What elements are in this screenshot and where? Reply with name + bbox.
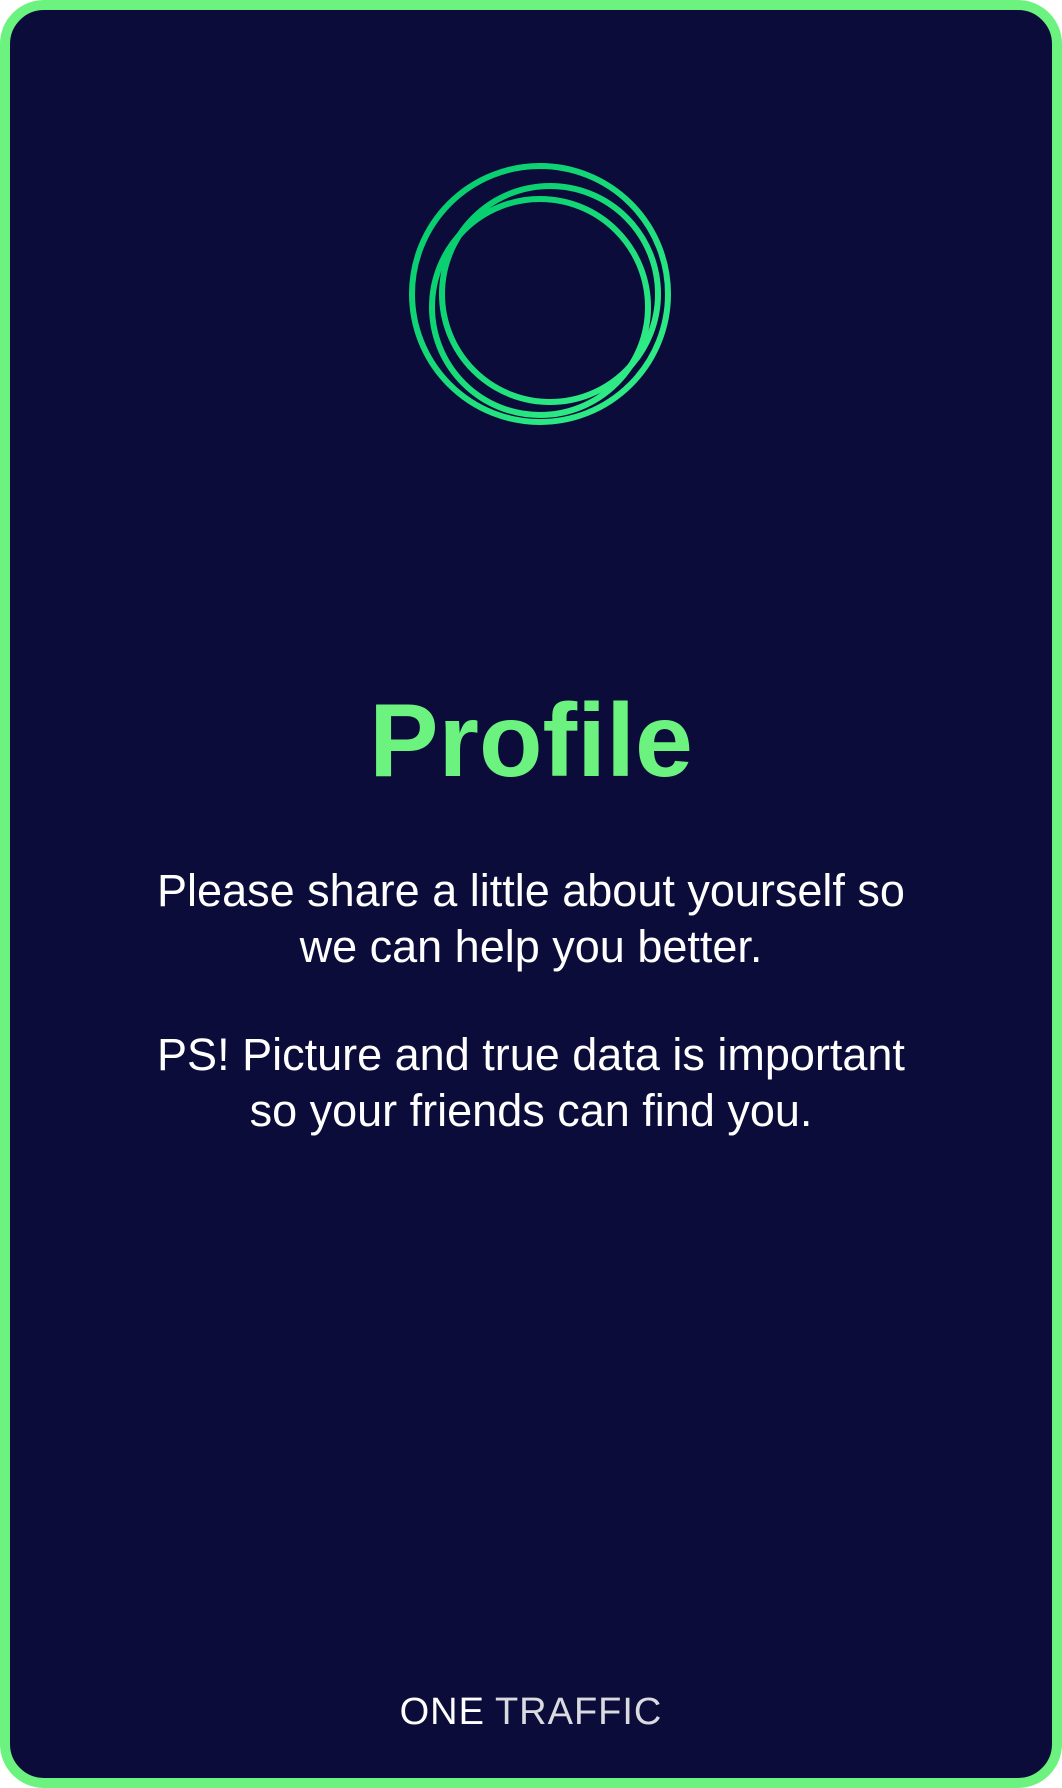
intro-message: Please share a little about yourself so … — [157, 865, 905, 972]
brand-part-one: ONE — [399, 1691, 485, 1733]
green-concentric-rings-icon — [403, 157, 677, 431]
onboarding-card: Profile Please share a little about your… — [0, 0, 1062, 1788]
brand-part-two: TRAFFIC — [494, 1691, 663, 1733]
brand-wordmark: ONE TRAFFIC — [10, 1693, 1052, 1731]
page-title: Profile — [369, 683, 693, 799]
ps-note: PS! Picture and true data is important s… — [157, 1029, 905, 1136]
